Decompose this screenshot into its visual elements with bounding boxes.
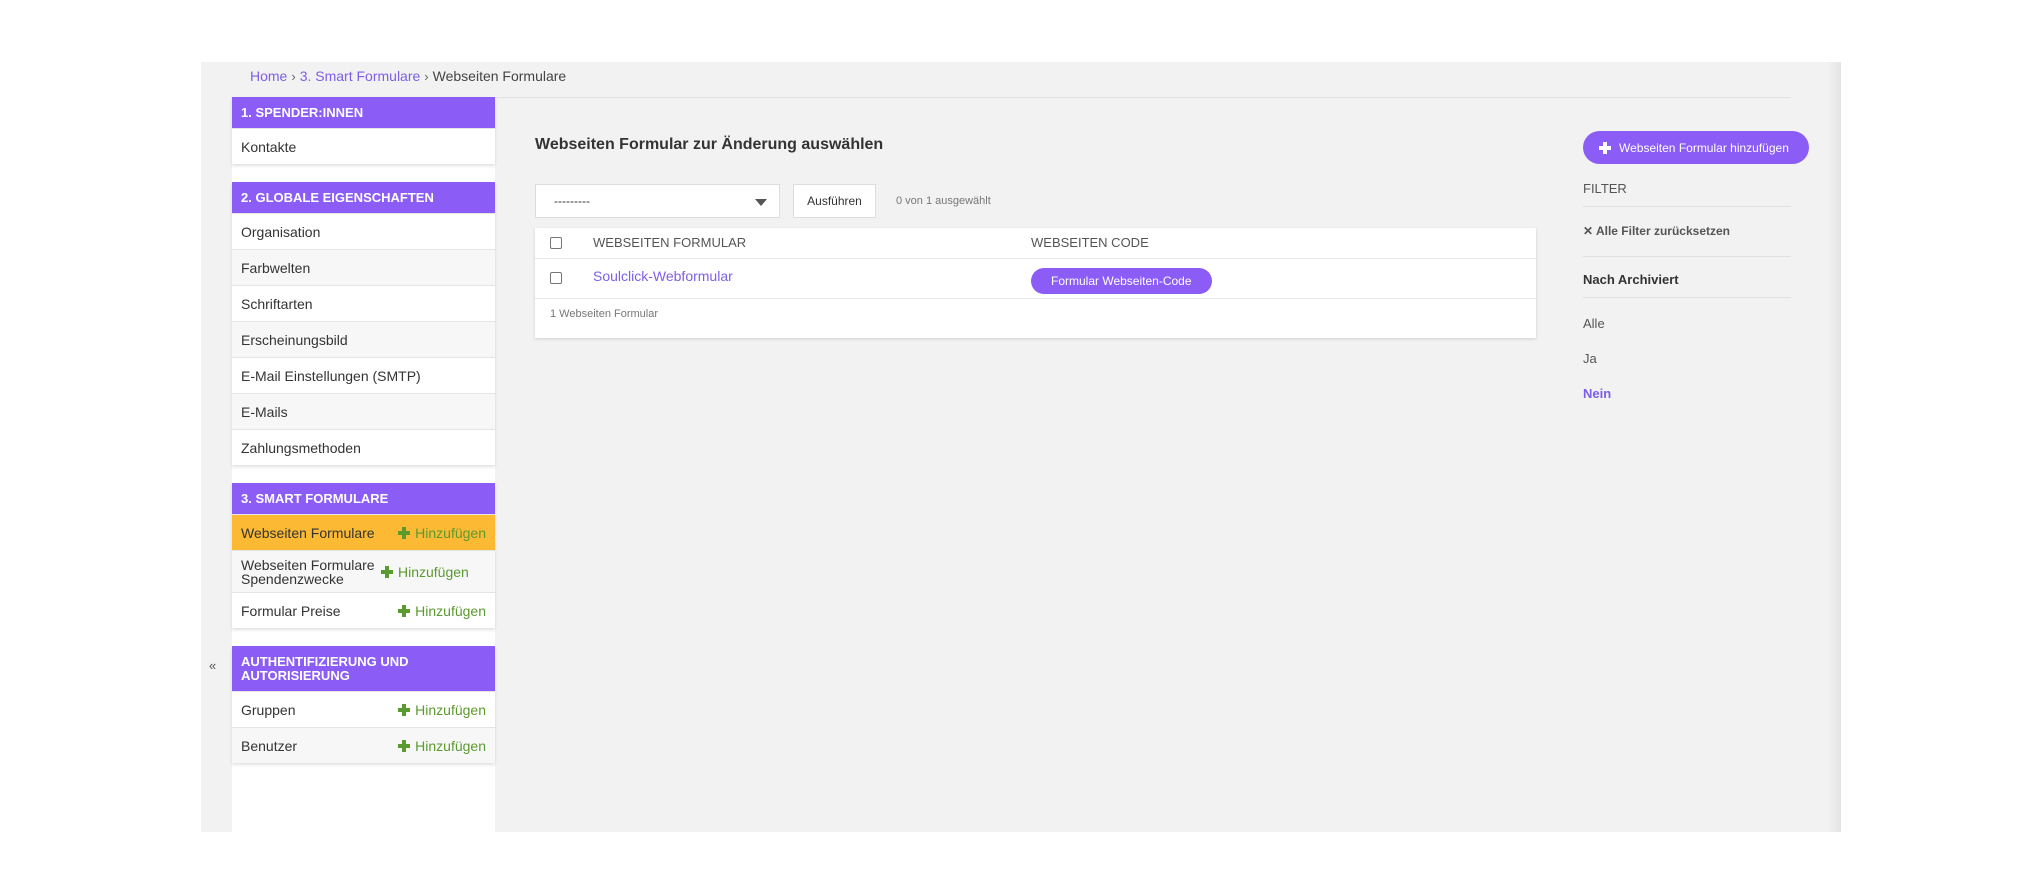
plus-icon (398, 526, 411, 539)
column-header-webform[interactable]: Webseiten Formular (593, 235, 746, 250)
plus-icon (381, 565, 393, 578)
clear-filters-link[interactable]: ✕ Alle Filter zurücksetzen (1583, 224, 1791, 257)
breadcrumb-separator: › (424, 69, 429, 84)
breadcrumb-separator: › (291, 69, 296, 84)
add-label: Hinzufügen (415, 524, 486, 541)
sidebar-item-kontakte[interactable]: Kontakte (232, 128, 495, 164)
webform-code-button[interactable]: Formular Webseiten-Code (1031, 268, 1212, 294)
sidebar-add-link[interactable]: Hinzufügen (398, 702, 486, 718)
breadcrumb-section[interactable]: 3. Smart Formulare (300, 68, 421, 84)
sidebar-item-formular-preise[interactable]: Formular Preise Hinzufügen (232, 592, 495, 628)
sidebar-item-label[interactable]: Webseiten Formulare (241, 525, 398, 541)
sidebar-item-label[interactable]: Webseiten Formulare Spendenzwecke (241, 558, 381, 586)
filter-option-alle[interactable]: Alle (1583, 316, 1791, 333)
plus-icon (398, 739, 411, 752)
breadcrumb-current: Webseiten Formulare (432, 68, 567, 84)
table-row: Soulclick-Webformular Formular Webseiten… (535, 258, 1536, 299)
sidebar-item-webseiten-formulare-spendenzwecke[interactable]: Webseiten Formulare Spendenzwecke Hinzuf… (232, 550, 495, 592)
run-action-button[interactable]: Ausführen (793, 184, 876, 218)
sidebar-item-label[interactable]: Erscheinungsbild (241, 332, 486, 348)
sidebar-nav: 1. Spender:innen Kontakte 2. Globale Eig… (232, 97, 495, 832)
add-label: Hinzufügen (415, 602, 486, 619)
plus-icon (398, 604, 411, 617)
sidebar-item-label[interactable]: E-Mail Einstellungen (SMTP) (241, 368, 486, 384)
sidebar-item-benutzer[interactable]: Benutzer Hinzufügen (232, 727, 495, 763)
selection-counter: 0 von 1 ausgewählt (896, 195, 991, 207)
action-select-value: --------- (554, 194, 590, 208)
page-title: Webseiten Formular zur Änderung auswähle… (535, 136, 884, 153)
close-icon: ✕ (1583, 224, 1596, 238)
filter-panel: Filter ✕ Alle Filter zurücksetzen Nach A… (1583, 181, 1791, 403)
add-label: Hinzufügen (415, 737, 486, 754)
module-title[interactable]: 1. Spender:innen (232, 97, 495, 128)
admin-frame: Home › 3. Smart Formulare › Webseiten Formul… (201, 62, 1841, 832)
column-header-code: Webseiten Code (1031, 235, 1149, 250)
row-checkbox[interactable] (550, 272, 562, 284)
breadcrumb: Home › 3. Smart Formulare › Webseiten Formul… (250, 62, 1790, 98)
sidebar-item-label[interactable]: Farbwelten (241, 260, 486, 276)
sidebar-item-label[interactable]: E-Mails (241, 404, 486, 420)
webform-link[interactable]: Soulclick-Webformular (593, 268, 733, 284)
module-title[interactable]: 2. Globale Eigenschaften (232, 182, 495, 213)
sidebar-item-label[interactable]: Schriftarten (241, 296, 486, 312)
chevron-down-icon (755, 199, 767, 206)
filter-title: Filter (1583, 181, 1791, 207)
add-webform-button[interactable]: Webseiten Formular hinzufügen (1583, 131, 1809, 164)
sidebar-item-organisation[interactable]: Organisation (232, 213, 495, 249)
sidebar-item-label[interactable]: Gruppen (241, 702, 398, 718)
sidebar-item-label[interactable]: Benutzer (241, 738, 398, 754)
sidebar-add-link[interactable]: Hinzufügen (381, 565, 469, 579)
clear-filters-label: Alle Filter zurücksetzen (1595, 224, 1730, 238)
frame-edge-shadow (1827, 62, 1841, 832)
sidebar-item-label[interactable]: Zahlungsmethoden (241, 440, 486, 456)
sidebar-module-spender: 1. Spender:innen Kontakte (232, 97, 495, 164)
filter-group-title: Nach Archiviert (1583, 272, 1791, 298)
sidebar-item-zahlungsmethoden[interactable]: Zahlungsmethoden (232, 429, 495, 465)
add-label: Hinzufügen (398, 563, 469, 580)
sidebar-item-emails[interactable]: E-Mails (232, 393, 495, 429)
filter-option-ja[interactable]: Ja (1583, 351, 1791, 368)
sidebar-item-webseiten-formulare[interactable]: Webseiten Formulare Hinzufügen (232, 514, 495, 550)
add-webform-label: Webseiten Formular hinzufügen (1619, 140, 1789, 155)
sidebar-item-erscheinungsbild[interactable]: Erscheinungsbild (232, 321, 495, 357)
select-all-checkbox[interactable] (550, 237, 562, 249)
action-select[interactable]: --------- (535, 184, 780, 218)
plus-icon (398, 703, 411, 716)
sidebar-item-label[interactable]: Formular Preise (241, 603, 398, 619)
module-title[interactable]: 3. Smart Formulare (232, 483, 495, 514)
sidebar-item-email-einstellungen[interactable]: E-Mail Einstellungen (SMTP) (232, 357, 495, 393)
plus-icon (1599, 141, 1611, 154)
sidebar-module-globale-eigenschaften: 2. Globale Eigenschaften Organisation Fa… (232, 182, 495, 465)
breadcrumb-home[interactable]: Home (250, 68, 287, 84)
sidebar-module-smart-formulare: 3. Smart Formulare Webseiten Formulare H… (232, 483, 495, 628)
sidebar-item-schriftarten[interactable]: Schriftarten (232, 285, 495, 321)
sidebar-collapse-toggle[interactable]: « (209, 658, 216, 673)
module-title[interactable]: Authentifizierung und Autorisierung (232, 646, 495, 691)
filter-option-nein[interactable]: Nein (1583, 386, 1791, 403)
sidebar-item-label[interactable]: Organisation (241, 224, 486, 240)
results-count: 1 Webseiten Formular (550, 308, 659, 320)
sidebar-add-link[interactable]: Hinzufügen (398, 525, 486, 541)
sidebar-add-link[interactable]: Hinzufügen (398, 603, 486, 619)
sidebar-item-farbwelten[interactable]: Farbwelten (232, 249, 495, 285)
sidebar-item-label[interactable]: Kontakte (241, 139, 486, 155)
sidebar-add-link[interactable]: Hinzufügen (398, 738, 486, 754)
sidebar-item-gruppen[interactable]: Gruppen Hinzufügen (232, 691, 495, 727)
results-table: Webseiten Formular Webseiten Code Soulcl… (535, 228, 1536, 338)
add-label: Hinzufügen (415, 701, 486, 718)
table-header-row: Webseiten Formular Webseiten Code (535, 228, 1536, 259)
sidebar-module-auth: Authentifizierung und Autorisierung Grup… (232, 646, 495, 763)
